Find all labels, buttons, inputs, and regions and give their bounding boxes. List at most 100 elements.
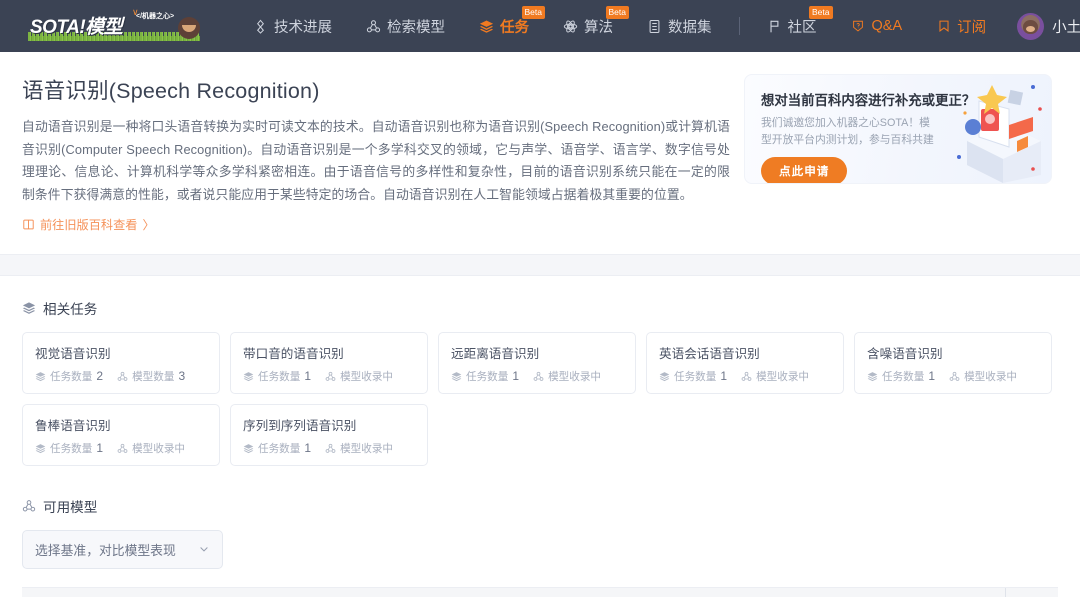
page-title: 语音识别(Speech Recognition)	[22, 79, 320, 103]
hero-text-column: 语音识别(Speech Recognition) 自动语音识别是一种将口头语音转…	[22, 74, 730, 236]
model-count-value: 3	[178, 369, 186, 383]
task-count-value: 1	[96, 441, 104, 455]
task-count-value: 1	[304, 369, 312, 383]
task-count-value: 1	[928, 369, 936, 383]
model-status-label: 模型收录中	[756, 370, 810, 383]
layers-icon	[659, 371, 670, 382]
benchmark-select-label: 选择基准，对比模型表现	[35, 542, 176, 558]
task-count-label: 任务数量	[882, 370, 925, 383]
task-count-label: 任务数量	[466, 370, 509, 383]
site-logo[interactable]: SOTA!模型 ∨ </机器之心>	[28, 7, 206, 43]
nav-item-search-models[interactable]: 检索模型	[349, 0, 462, 52]
layers-icon	[243, 443, 254, 454]
promo-card: 想对当前百科内容进行补充或更正？ 我们诚邀您加入机器之心SOTA！模型开放平台内…	[744, 74, 1052, 184]
layers-icon	[35, 443, 46, 454]
models-table-header	[22, 586, 1058, 597]
task-count-label: 任务数量	[258, 442, 301, 455]
layers-icon	[22, 301, 36, 315]
nav-label: 数据集	[668, 19, 712, 36]
nav-label: 订阅	[957, 19, 987, 36]
section-title: 可用模型	[43, 499, 98, 515]
share-nodes-icon	[366, 19, 381, 34]
model-count: 模型数量 3	[117, 369, 185, 384]
task-card[interactable]: 序列到序列语音识别任务数量 1 模型收录中	[230, 403, 428, 466]
model-status-label: 模型收录中	[548, 370, 602, 383]
task-count: 任务数量 1	[243, 369, 311, 384]
model-status-label: 模型收录中	[964, 370, 1018, 383]
nav-label: 技术进展	[274, 19, 332, 36]
nav-item-tasks[interactable]: 任务 Beta	[462, 0, 546, 52]
task-count: 任务数量 1	[35, 441, 103, 456]
old-wiki-link-label: 前往旧版百科查看	[40, 218, 138, 232]
nav-item-algorithms[interactable]: 算法 Beta	[546, 0, 630, 52]
nav-label: 检索模型	[387, 19, 445, 36]
nav-label: Q&A	[871, 18, 903, 34]
task-count-label: 任务数量	[50, 370, 93, 383]
task-card-meta: 任务数量 1 模型收录中	[35, 441, 207, 456]
task-card-meta: 任务数量 1 模型收录中	[867, 369, 1039, 384]
share-nodes-icon	[533, 371, 544, 382]
task-card-meta: 任务数量 1 模型收录中	[243, 441, 415, 456]
nav-item-subscribe[interactable]: 订阅	[919, 0, 1003, 52]
task-count-value: 1	[304, 441, 312, 455]
task-count-label: 任务数量	[258, 370, 301, 383]
task-card[interactable]: 鲁棒语音识别 任务数量 1 模型收录中	[22, 403, 220, 466]
share-nodes-icon	[117, 443, 128, 454]
flag-icon	[767, 19, 782, 34]
task-card-title: 带口音的语音识别	[243, 346, 344, 361]
user-menu[interactable]: 小土同学	[1017, 12, 1080, 40]
task-card-meta: 任务数量 1 模型收录中	[243, 369, 415, 384]
main-content: 相关任务 视觉语音识别 任务数量 2 模型数量 3 带口音的语音识别 任务数量 1 模型收录中…	[0, 276, 1080, 597]
task-card-title: 含噪语音识别	[867, 346, 943, 361]
model-count: 模型收录中	[325, 369, 393, 384]
related-tasks-grid: 视觉语音识别 任务数量 2 模型数量 3 带口音的语音识别 任务数量 1 模型收录中 远距离语音…	[22, 331, 1058, 466]
task-card-title: 序列到序列语音识别	[243, 418, 357, 433]
promo-subtitle: 我们诚邀您加入机器之心SOTA！模型开放平台内测计划，参与百科共建	[761, 117, 934, 146]
section-title: 相关任务	[43, 301, 98, 317]
promo-illustration	[937, 79, 1045, 183]
apply-button[interactable]: 点此申请	[761, 157, 848, 183]
compass-icon	[253, 19, 268, 34]
task-count: 任务数量 1	[451, 369, 519, 384]
section-divider	[0, 253, 1080, 276]
share-nodes-icon	[949, 371, 960, 382]
task-card-title: 远距离语音识别	[451, 346, 540, 361]
benchmark-select[interactable]: 选择基准，对比模型表现	[22, 529, 223, 569]
hero-section: 语音识别(Speech Recognition) 自动语音识别是一种将口头语音转…	[0, 52, 1080, 254]
model-count-label: 模型数量	[132, 370, 175, 383]
task-count: 任务数量 1	[243, 441, 311, 456]
layers-icon	[867, 371, 878, 382]
avatar	[1017, 12, 1045, 40]
share-nodes-icon	[117, 371, 128, 382]
layers-icon	[243, 371, 254, 382]
nav-item-datasets[interactable]: 数据集	[630, 0, 729, 52]
task-card[interactable]: 英语会话语音识别 任务数量 1 模型收录中	[646, 331, 844, 394]
model-status-label: 模型收录中	[132, 442, 186, 455]
share-nodes-icon	[741, 371, 752, 382]
available-models-heading: 可用模型	[22, 496, 1058, 516]
old-wiki-link[interactable]: 前往旧版百科查看 〉	[22, 215, 155, 233]
model-count: 模型收录中	[741, 369, 809, 384]
task-card[interactable]: 带口音的语音识别 任务数量 1 模型收录中	[230, 331, 428, 394]
question-shield-icon	[851, 19, 866, 34]
task-card[interactable]: 含噪语音识别 任务数量 1 模型收录中	[854, 331, 1052, 394]
beta-badge: Beta	[521, 6, 545, 19]
nav-item-tech-progress[interactable]: 技术进展	[236, 0, 349, 52]
page-description: 自动语音识别是一种将口头语音转换为实时可读文本的技术。自动语音识别也称为语音识别…	[22, 119, 730, 202]
task-card-meta: 任务数量 2 模型数量 3	[35, 369, 207, 384]
user-name: 小土同学	[1052, 19, 1080, 36]
task-card[interactable]: 远距离语音识别 任务数量 1 模型收录中	[438, 331, 636, 394]
bookmark-icon	[936, 19, 951, 34]
available-models-section: 可用模型 选择基准，对比模型表现	[22, 496, 1058, 569]
nav-item-qa[interactable]: Q&A	[834, 0, 920, 52]
task-count-label: 任务数量	[674, 370, 717, 383]
nav-item-community[interactable]: 社区 Beta	[750, 0, 834, 52]
task-card-title: 英语会话语音识别	[659, 346, 760, 361]
chevron-down-icon	[198, 543, 210, 555]
layers-icon	[35, 371, 46, 382]
share-nodes-icon	[325, 443, 336, 454]
chevron-right-icon: 〉	[142, 218, 155, 232]
share-nodes-icon	[325, 371, 336, 382]
task-count-value: 1	[512, 369, 520, 383]
task-card[interactable]: 视觉语音识别 任务数量 2 模型数量 3	[22, 331, 220, 394]
